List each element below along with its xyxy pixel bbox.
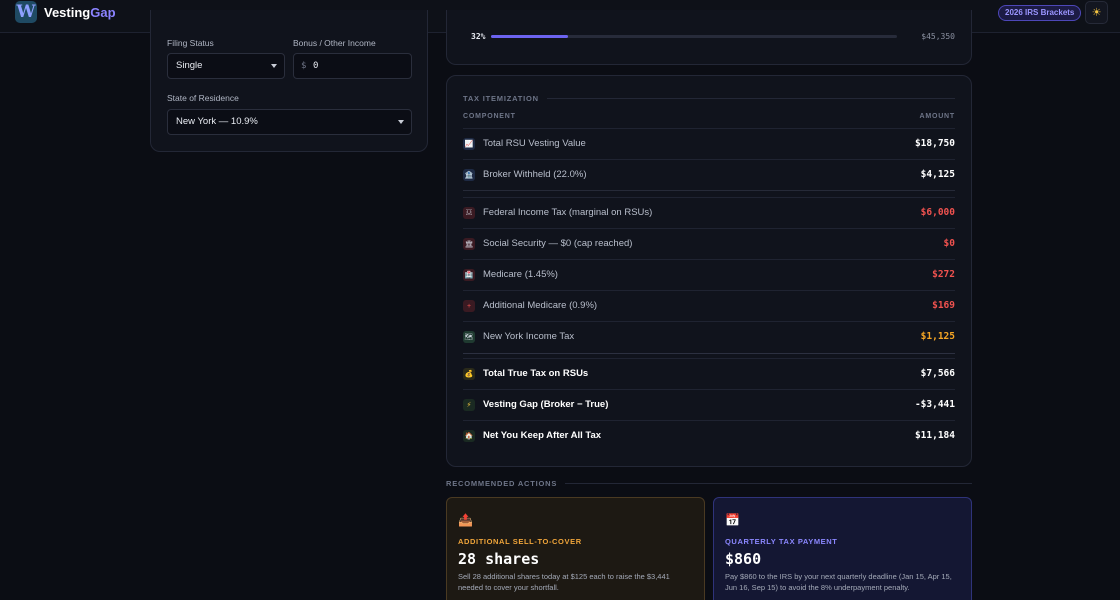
- bracket-progress-fill: [491, 35, 569, 38]
- outbox-tray-icon: 📤: [458, 513, 473, 527]
- row-value: $0: [943, 238, 955, 249]
- state-select[interactable]: New York — 10.9%: [167, 109, 412, 135]
- total-row: 💰 Total True Tax on RSUs $7,566: [463, 358, 955, 389]
- recommended-actions-title: RECOMMENDED ACTIONS: [446, 479, 972, 488]
- sun-icon: ☀: [1091, 7, 1102, 19]
- brand-part-2: Gap: [90, 5, 116, 20]
- logo-letter: W: [16, 1, 36, 22]
- recommended-title-text: RECOMMENDED ACTIONS: [446, 479, 558, 488]
- row-label: New York Income Tax: [483, 331, 575, 342]
- row-label: Additional Medicare (0.9%): [483, 300, 598, 311]
- table-row: 📈 Total RSU Vesting Value $18,750: [463, 128, 955, 159]
- row-label: Federal Income Tax (marginal on RSUs): [483, 207, 653, 218]
- divider: [463, 190, 955, 191]
- brand-name[interactable]: VestingGap: [44, 5, 116, 20]
- row-label: Total RSU Vesting Value: [483, 138, 586, 149]
- bonus-label: Bonus / Other Income: [293, 38, 376, 48]
- tax-itemization-card: TAX ITEMIZATION COMPONENT AMOUNT 📈 Total…: [446, 75, 972, 467]
- row-value: $7,566: [920, 368, 955, 379]
- bracket-rate: 32%: [471, 32, 486, 41]
- building-icon: 🏛: [463, 238, 475, 250]
- chevron-down-icon: [271, 64, 277, 68]
- row-label: Total True Tax on RSUs: [483, 368, 589, 379]
- itemization-title: TAX ITEMIZATION: [463, 94, 955, 103]
- state-label: State of Residence: [167, 93, 239, 103]
- row-label: Medicare (1.45%): [483, 269, 558, 280]
- row-value: -$3,441: [914, 399, 955, 410]
- irs-brackets-badge: 2026 IRS Brackets: [998, 5, 1082, 21]
- sell-to-cover-card[interactable]: 📤 ADDITIONAL SELL-TO-COVER 28 shares Sel…: [446, 497, 705, 600]
- state-value: New York — 10.9%: [176, 116, 258, 127]
- table-row: 🏥 Medicare (1.45%) $272: [463, 259, 955, 290]
- logo-icon[interactable]: W: [15, 1, 37, 23]
- card-description: Pay $860 to the IRS by your next quarter…: [725, 572, 952, 592]
- currency-prefix: $: [301, 61, 307, 71]
- row-value: $4,125: [920, 169, 955, 180]
- card-kicker: ADDITIONAL SELL-TO-COVER: [458, 537, 582, 546]
- bank-icon: 🏦: [463, 169, 475, 181]
- quarterly-payment-card[interactable]: 📅 QUARTERLY TAX PAYMENT $860 Pay $860 to…: [713, 497, 972, 600]
- bonus-input[interactable]: $ 0: [293, 53, 412, 79]
- card-headline: 28 shares: [458, 550, 540, 568]
- theme-toggle-button[interactable]: ☀: [1085, 1, 1108, 24]
- row-label: Broker Withheld (22.0%): [483, 169, 587, 180]
- table-row: 🏛 Social Security — $0 (cap reached) $0: [463, 228, 955, 259]
- table-row: + Additional Medicare (0.9%) $169: [463, 290, 955, 321]
- money-bag-icon: 💰: [463, 368, 475, 380]
- total-row: 🏠 Net You Keep After All Tax $11,184: [463, 420, 955, 451]
- column-header-component: COMPONENT: [463, 113, 516, 120]
- row-value: $11,184: [914, 430, 955, 441]
- bonus-value: 0: [313, 61, 319, 71]
- income-inputs-card: Filing Status Single Bonus / Other Incom…: [150, 10, 428, 152]
- card-headline: $860: [725, 550, 762, 568]
- divider: [546, 98, 955, 99]
- row-value: $1,125: [920, 331, 955, 342]
- row-value: $18,750: [914, 138, 955, 149]
- table-row: 🏦 Broker Withheld (22.0%) $4,125: [463, 159, 955, 190]
- plus-icon: +: [463, 300, 475, 312]
- row-label: Vesting Gap (Broker − True): [483, 399, 609, 410]
- card-kicker: QUARTERLY TAX PAYMENT: [725, 537, 838, 546]
- row-label: Net You Keep After All Tax: [483, 430, 602, 441]
- divider: [565, 483, 972, 484]
- card-description: Sell 28 additional shares today at $125 …: [458, 572, 670, 592]
- total-row: ⚡ Vesting Gap (Broker − True) -$3,441: [463, 389, 955, 420]
- row-label: Social Security — $0 (cap reached): [483, 238, 633, 249]
- filing-status-label: Filing Status: [167, 38, 214, 48]
- calendar-icon: 📅: [725, 513, 740, 527]
- row-value: $169: [932, 300, 955, 311]
- bracket-amount: $45,350: [921, 32, 955, 41]
- row-value: $6,000: [920, 207, 955, 218]
- itemization-title-text: TAX ITEMIZATION: [463, 94, 539, 103]
- house-icon: 🏠: [463, 430, 475, 442]
- lightning-icon: ⚡: [463, 399, 475, 411]
- bracket-card: 32% $45,350: [446, 10, 972, 65]
- bracket-progress-track: [491, 35, 897, 38]
- flag-icon: 🇺: [463, 207, 475, 219]
- table-row: 🇺 Federal Income Tax (marginal on RSUs) …: [463, 197, 955, 228]
- map-icon: 🗺: [463, 331, 475, 343]
- chevron-down-icon: [398, 120, 404, 124]
- hospital-icon: 🏥: [463, 269, 475, 281]
- column-header-amount: AMOUNT: [919, 113, 955, 120]
- divider: [463, 353, 955, 354]
- filing-status-select[interactable]: Single: [167, 53, 285, 79]
- brand-part-1: Vesting: [44, 5, 91, 20]
- table-row: 🗺 New York Income Tax $1,125: [463, 321, 955, 352]
- row-value: $272: [932, 269, 955, 280]
- chart-icon: 📈: [463, 138, 475, 150]
- filing-status-value: Single: [176, 60, 203, 71]
